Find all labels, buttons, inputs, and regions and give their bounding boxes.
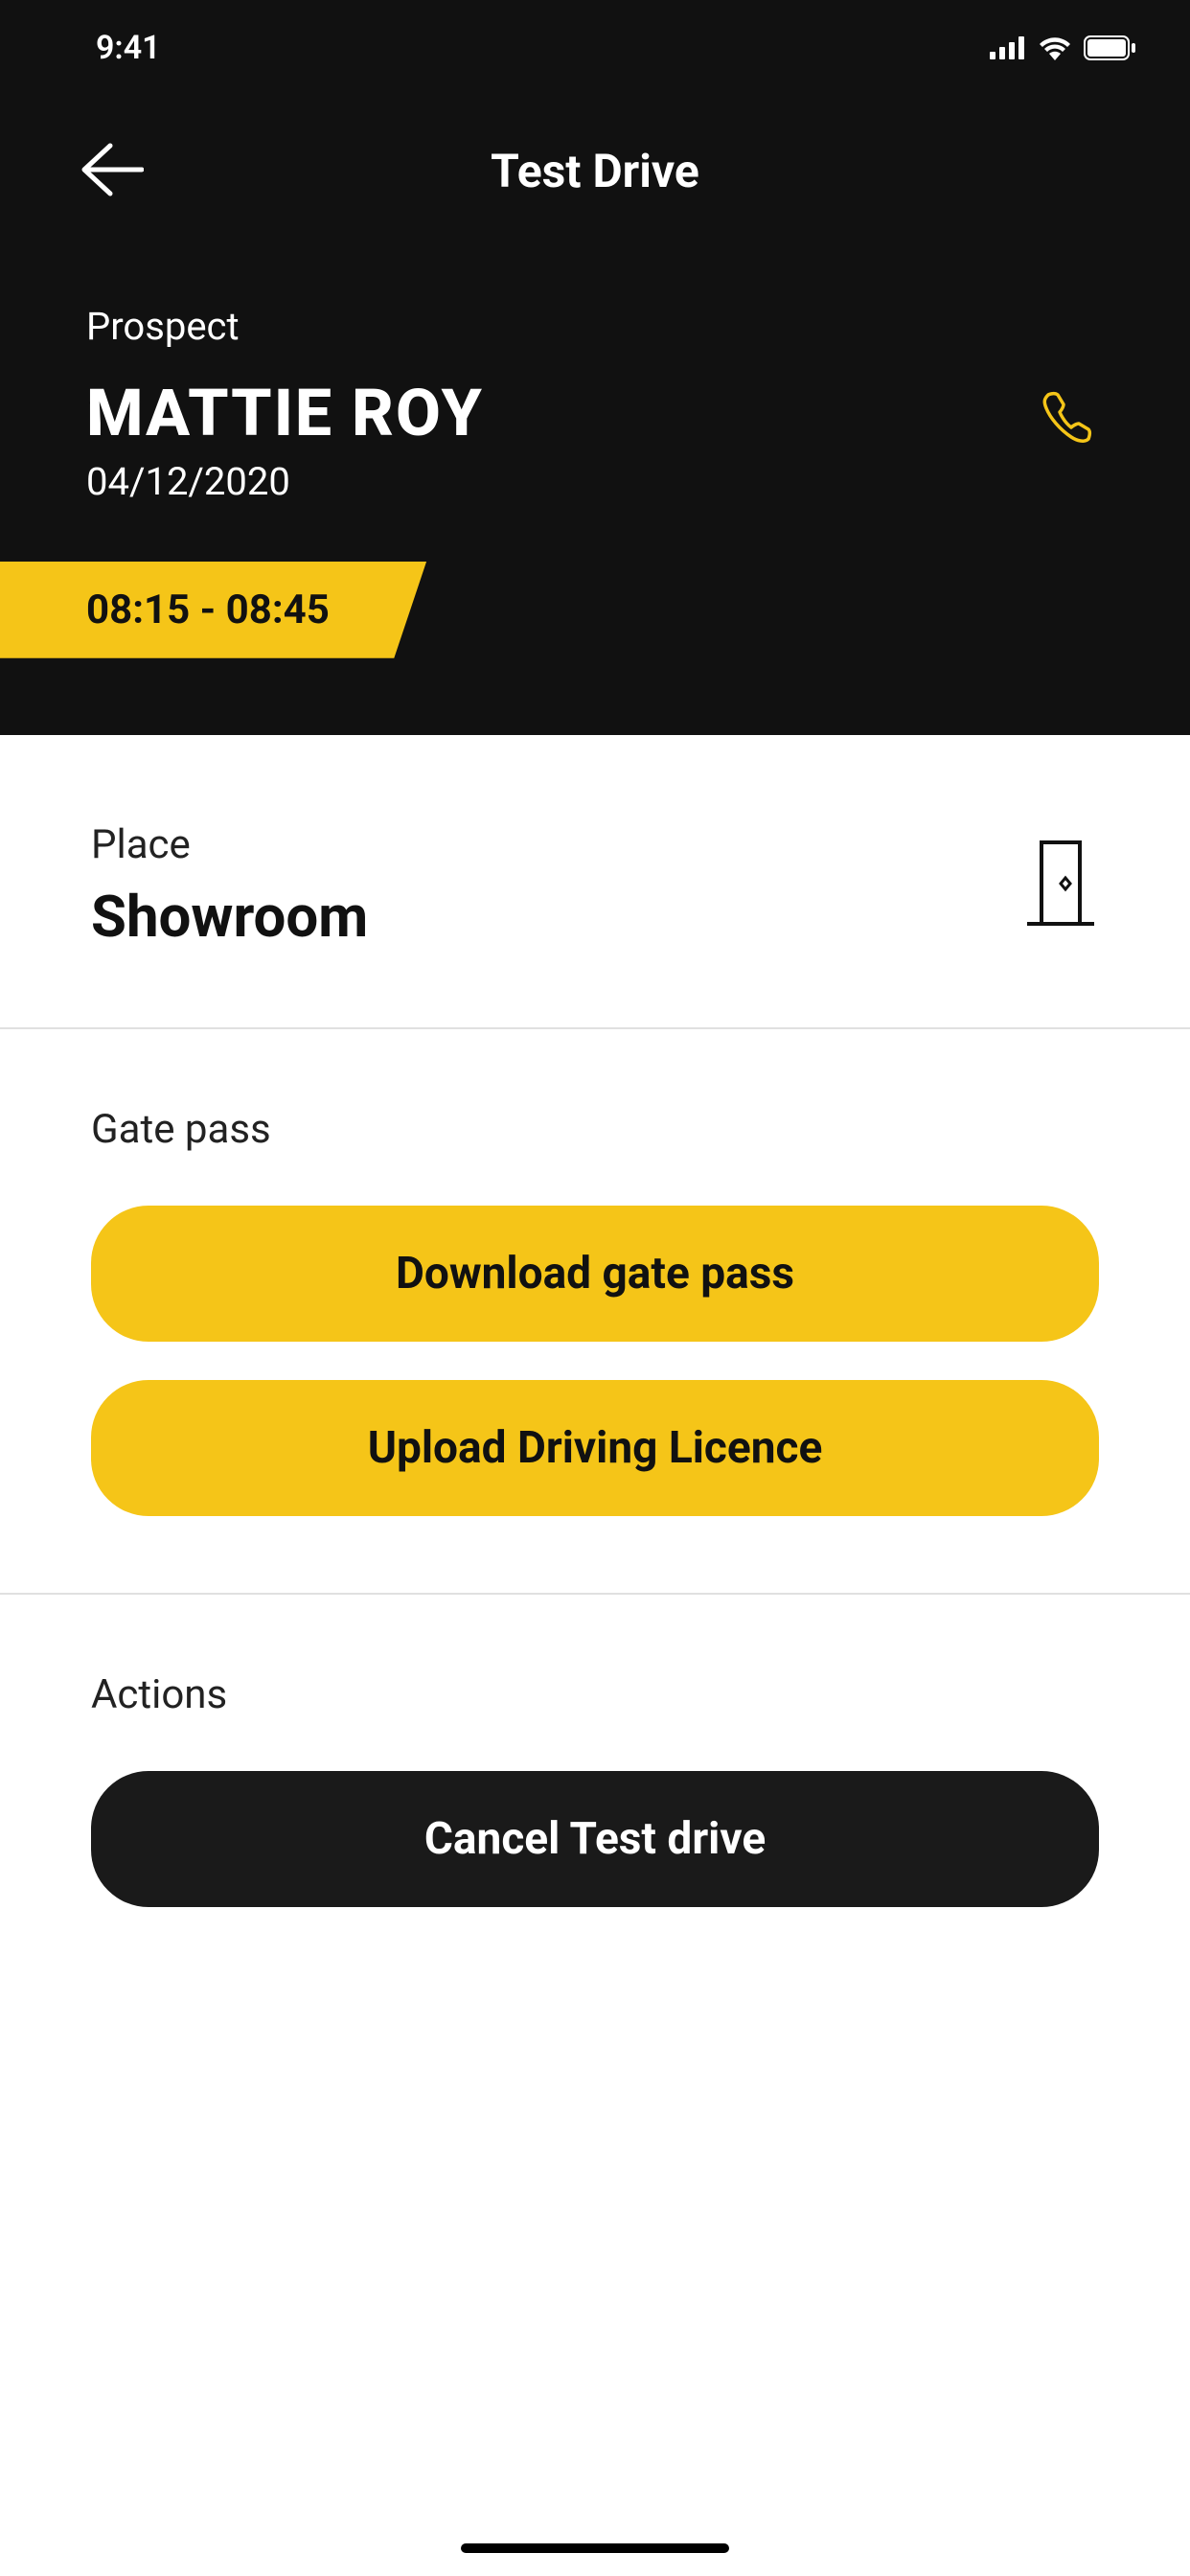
content-section: Place Showroom Gate pass Download gate p… [0, 735, 1190, 1965]
wifi-icon [1038, 35, 1072, 60]
prospect-section: Prospect MATTIE ROY 04/12/2020 08:15 - 0… [0, 237, 1190, 658]
place-section: Place Showroom [0, 735, 1190, 1029]
back-button[interactable] [77, 141, 144, 202]
cellular-icon [990, 36, 1026, 59]
prospect-label: Prospect [86, 304, 1104, 349]
phone-icon [1037, 387, 1094, 445]
battery-icon [1084, 35, 1137, 60]
gate-pass-section: Gate pass Download gate pass Upload Driv… [0, 1029, 1190, 1595]
prospect-date: 04/12/2020 [86, 459, 484, 504]
gate-pass-label: Gate pass [91, 1106, 1099, 1153]
time-badge: 08:15 - 08:45 [0, 562, 464, 658]
status-bar: 9:41 [0, 0, 1190, 86]
place-info: Place Showroom [91, 821, 368, 951]
upload-driving-licence-button[interactable]: Upload Driving Licence [91, 1380, 1099, 1516]
call-button[interactable] [1037, 378, 1104, 448]
status-indicators [990, 35, 1137, 60]
header-section: 9:41 Test Dr [0, 0, 1190, 735]
actions-label: Actions [91, 1671, 1099, 1718]
prospect-info: MATTIE ROY 04/12/2020 [86, 378, 484, 504]
cancel-test-drive-button[interactable]: Cancel Test drive [91, 1771, 1099, 1907]
place-label: Place [91, 821, 368, 868]
nav-bar: Test Drive [0, 86, 1190, 237]
page-title: Test Drive [77, 144, 1113, 198]
prospect-row: MATTIE ROY 04/12/2020 [86, 378, 1104, 504]
prospect-name: MATTIE ROY [86, 378, 484, 449]
home-indicator[interactable] [461, 2543, 729, 2553]
download-gate-pass-button[interactable]: Download gate pass [91, 1206, 1099, 1342]
actions-section: Actions Cancel Test drive [0, 1595, 1190, 1965]
back-arrow-icon [77, 141, 144, 198]
status-time: 9:41 [96, 29, 161, 67]
place-value: Showroom [91, 883, 368, 951]
door-icon [1018, 838, 1104, 933]
